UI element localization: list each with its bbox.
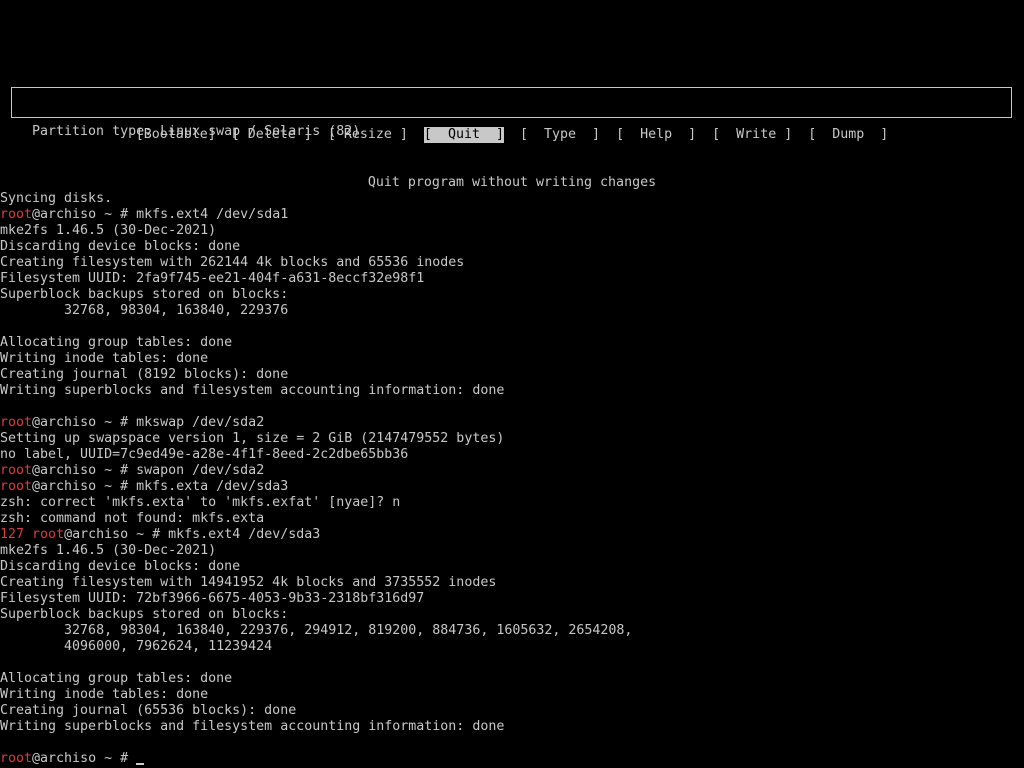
menu-hint-text: Quit program without writing changes	[367, 175, 657, 190]
output-line: mke2fs 1.46.5 (30-Dec-2021)	[0, 223, 217, 238]
output-line: Writing inode tables: done	[0, 351, 209, 366]
output-line: Writing superblocks and filesystem accou…	[0, 383, 505, 398]
menu-separator	[216, 127, 232, 143]
prompt-user: root	[0, 415, 33, 430]
prompt-user: root	[32, 527, 65, 542]
prompt-line: root@archiso ~ # mkswap /dev/sda2	[0, 415, 1024, 431]
menu-button-write[interactable]: [ Write ]	[712, 127, 792, 143]
command-text: mkfs.ext4 /dev/sda1	[136, 207, 289, 222]
output-line: mke2fs 1.46.5 (30-Dec-2021)	[0, 543, 217, 558]
prompt-line: root@archiso ~ # mkfs.ext4 /dev/sda1	[0, 207, 1024, 223]
output-line: Superblock backups stored on blocks:	[0, 287, 289, 302]
menu-button-quit[interactable]: [ Quit ]	[423, 127, 504, 143]
output-line: Creating journal (65536 blocks): done	[0, 703, 297, 718]
prompt-host: @archiso ~ #	[32, 479, 137, 494]
output-line: Writing inode tables: done	[0, 687, 209, 702]
menu-separator	[408, 127, 424, 143]
output-line: zsh: correct 'mkfs.exta' to 'mkfs.exfat'…	[0, 495, 401, 510]
prompt-host: @archiso ~ #	[32, 751, 137, 766]
output-line: Discarding device blocks: done	[0, 559, 241, 574]
output-line: 32768, 98304, 163840, 229376, 294912, 81…	[0, 623, 633, 638]
menu-button-help[interactable]: [ Help ]	[616, 127, 696, 143]
output-line: zsh: command not found: mkfs.exta	[0, 511, 265, 526]
prompt-user: root	[0, 463, 33, 478]
output-line: Filesystem UUID: 2fa9f745-ee21-404f-a631…	[0, 271, 425, 286]
command-text: mkswap /dev/sda2	[136, 415, 265, 430]
prompt-line: 127 root@archiso ~ # mkfs.ext4 /dev/sda3	[0, 527, 1024, 543]
prompt-user: root	[0, 751, 33, 766]
output-line: Creating filesystem with 262144 4k block…	[0, 255, 465, 270]
terminal-screen: { "info_box": { "text": "Partition type:…	[0, 0, 1024, 768]
prompt-line: root@archiso ~ # mkfs.exta /dev/sda3	[0, 479, 1024, 495]
prompt-host: @archiso ~ #	[32, 415, 137, 430]
output-line: Discarding device blocks: done	[0, 239, 241, 254]
command-text: mkfs.ext4 /dev/sda3	[168, 527, 321, 542]
text-cursor[interactable]	[136, 763, 145, 765]
command-text: swapon /dev/sda2	[136, 463, 265, 478]
prompt-user: root	[0, 207, 33, 222]
exit-code: 127	[0, 527, 25, 542]
output-line: Syncing disks.	[0, 191, 113, 206]
menu-separator	[696, 127, 712, 143]
output-line: 32768, 98304, 163840, 229376	[0, 303, 289, 318]
partition-info-box: Partition type: Linux swap / Solaris (82…	[11, 87, 1012, 139]
menu-button-dump[interactable]: [ Dump ]	[808, 127, 888, 143]
prompt-host: @archiso ~ #	[32, 463, 137, 478]
menu-button-type[interactable]: [ Type ]	[520, 127, 600, 143]
output-line: Allocating group tables: done	[0, 335, 233, 350]
exit-code-spacer	[24, 527, 32, 542]
menu-separator	[792, 127, 808, 143]
output-line: Writing superblocks and filesystem accou…	[0, 719, 505, 734]
prompt-line: root@archiso ~ # swapon /dev/sda2	[0, 463, 1024, 479]
menu-separator	[600, 127, 616, 143]
command-text: mkfs.exta /dev/sda3	[136, 479, 289, 494]
menu-button-delete[interactable]: [ Delete ]	[232, 127, 312, 143]
output-line: 4096000, 7962624, 11239424	[0, 639, 273, 654]
terminal-output[interactable]: Syncing disks. root@archiso ~ # mkfs.ext4…	[0, 191, 1024, 767]
menu-button-resize[interactable]: [ Resize ]	[328, 127, 408, 143]
menu-separator	[312, 127, 328, 143]
output-line: Creating journal (8192 blocks): done	[0, 367, 289, 382]
output-line: Superblock backups stored on blocks:	[0, 607, 289, 622]
prompt-line: root@archiso ~ #	[0, 751, 1024, 767]
output-line: Setting up swapspace version 1, size = 2…	[0, 431, 505, 446]
prompt-host: @archiso ~ #	[64, 527, 169, 542]
output-line: Creating filesystem with 14941952 4k blo…	[0, 575, 497, 590]
output-line: Filesystem UUID: 72bf3966-6675-4053-9b33…	[0, 591, 425, 606]
menu-separator	[504, 127, 520, 143]
cfdisk-menu-bar: [Bootable] [ Delete ] [ Resize ] [ Quit …	[0, 127, 1024, 143]
prompt-user: root	[0, 479, 33, 494]
output-line: Allocating group tables: done	[0, 671, 233, 686]
prompt-host: @archiso ~ #	[32, 207, 137, 222]
output-line: no label, UUID=7c9ed49e-a28e-4f1f-8eed-2…	[0, 447, 409, 462]
menu-button-bootable[interactable]: [Bootable]	[136, 127, 216, 143]
